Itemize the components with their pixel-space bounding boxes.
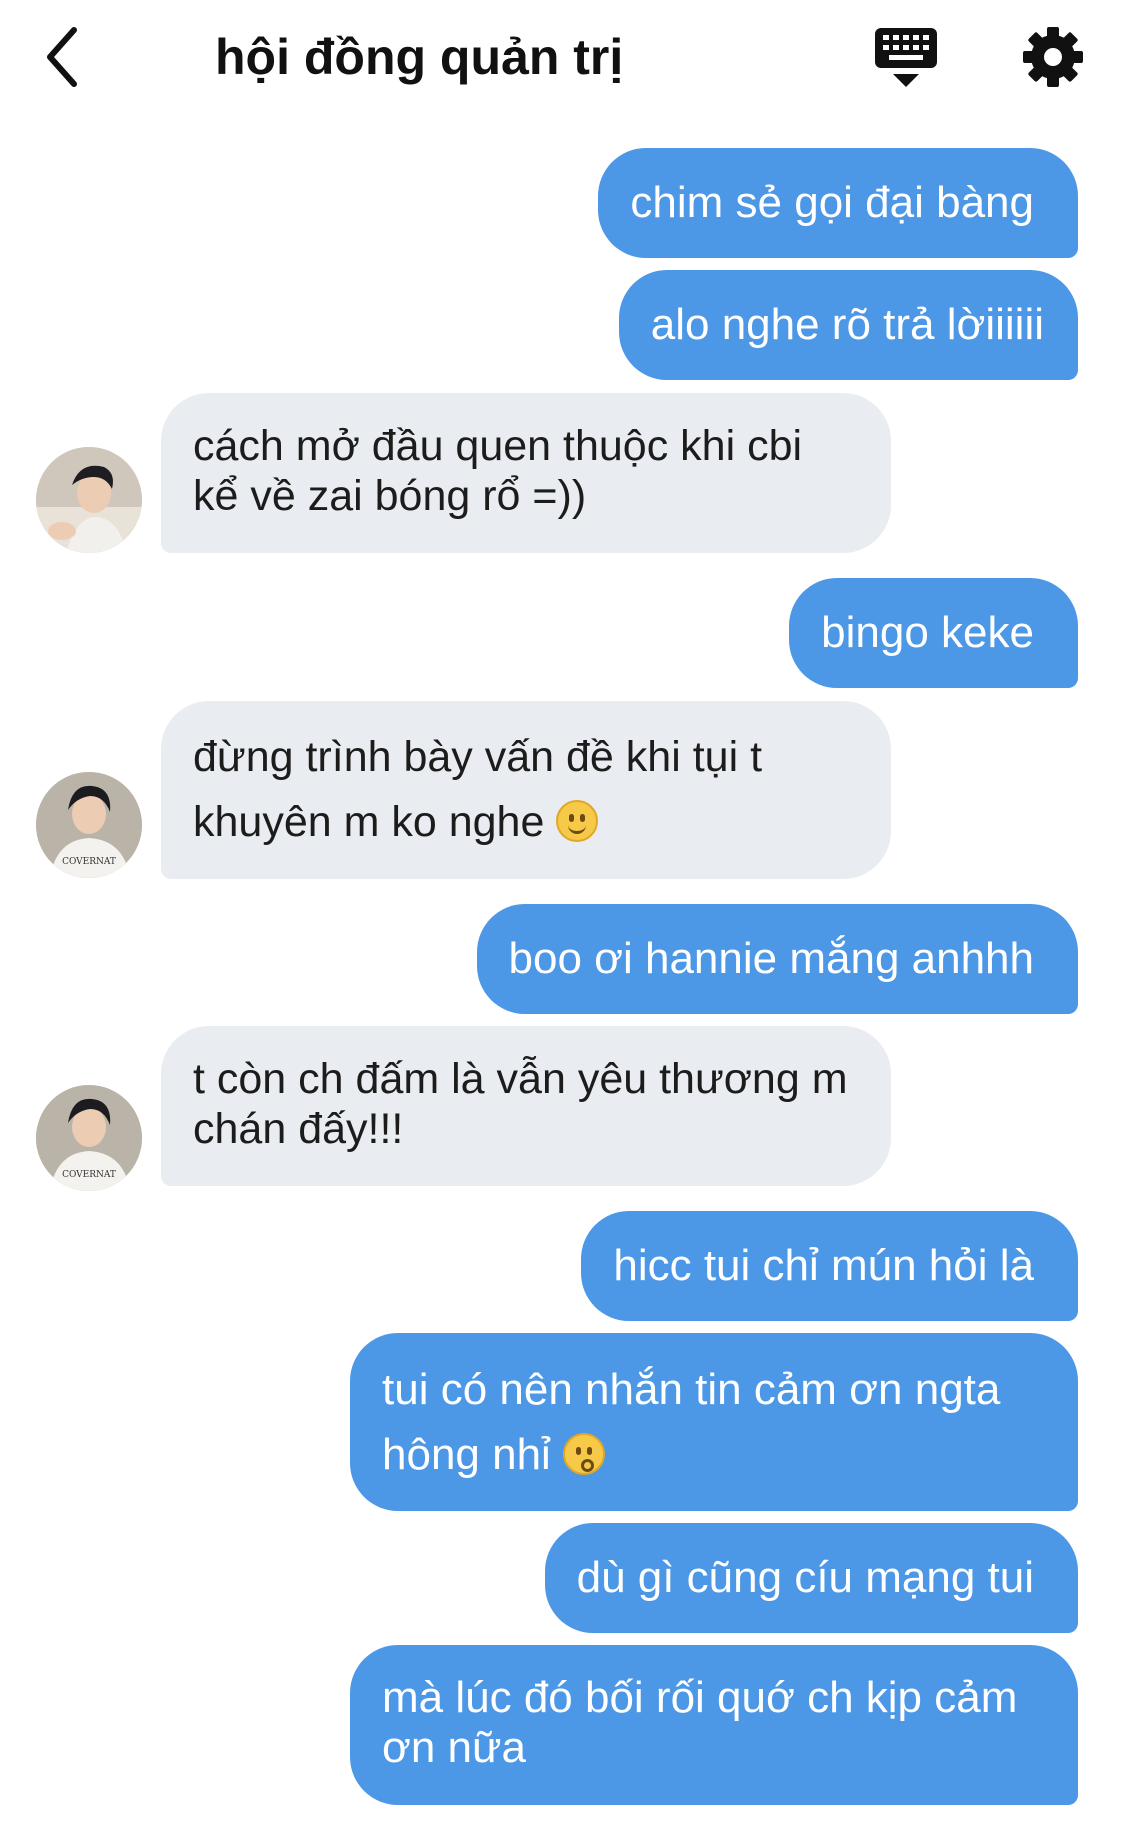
avatar[interactable]: COVERNAT: [36, 772, 142, 878]
message-text: dù gì cũng cíu mạng tui: [576, 1553, 1034, 1602]
message-text-line: mà lúc đó bối rối quớ ch kịp cảm: [382, 1673, 1018, 1722]
message-bubble-incoming[interactable]: cách mở đầu quen thuộc khi cbi kể về zai…: [161, 393, 891, 553]
avatar[interactable]: COVERNAT: [36, 1085, 142, 1191]
shirt-print: COVERNAT: [62, 1170, 116, 1180]
message-text-line: đừng trình bày vấn đề khi tụi t: [193, 733, 763, 781]
profile-photo: COVERNAT: [36, 1085, 142, 1191]
message-text-line: kể về zai bóng rổ =)): [193, 472, 587, 520]
back-button[interactable]: [38, 22, 98, 92]
message-bubble-outgoing[interactable]: chim sẻ gọi đại bàng: [598, 148, 1078, 258]
chat-title: hội đồng quản trị: [215, 29, 624, 85]
gear-icon: [1023, 27, 1083, 87]
kissing-face-icon: [562, 1433, 605, 1475]
message-text-line-with-emoji: hông nhỉ: [382, 1422, 1046, 1487]
keyboard-icon: [875, 28, 937, 87]
message-text: chim sẻ gọi đại bàng: [630, 178, 1034, 227]
profile-photo: COVERNAT: [36, 772, 142, 878]
message-bubble-outgoing[interactable]: mà lúc đó bối rối quớ ch kịp cảm ơn nữa: [350, 1645, 1078, 1805]
message-bubble-incoming[interactable]: đừng trình bày vấn đề khi tụi t khuyên m…: [161, 701, 891, 879]
message-text: boo ơi hannie mắng anhhh: [508, 934, 1035, 983]
message-text-line: hông nhỉ: [382, 1430, 551, 1479]
message-bubble-outgoing[interactable]: bingo keke: [789, 578, 1078, 688]
chevron-left-icon: [47, 27, 77, 87]
slightly-smiling-face-icon: [556, 800, 599, 842]
message-text-line: cách mở đầu quen thuộc khi cbi: [193, 422, 803, 470]
message-text-line: chán đấy!!!: [193, 1105, 404, 1153]
message-bubble-outgoing[interactable]: dù gì cũng cíu mạng tui: [544, 1523, 1078, 1633]
avatar[interactable]: [36, 447, 142, 553]
message-bubble-incoming[interactable]: t còn ch đấm là vẫn yêu thương m chán đấ…: [161, 1026, 891, 1186]
message-text: alo nghe rõ trả lờiiiiii: [650, 300, 1044, 349]
profile-photo: [36, 447, 142, 553]
message-text-line: t còn ch đấm là vẫn yêu thương m: [193, 1055, 848, 1103]
message-bubble-outgoing[interactable]: hicc tui chỉ mún hỏi là: [581, 1211, 1078, 1321]
message-bubble-outgoing[interactable]: tui có nên nhắn tin cảm ơn ngta hông nhỉ: [350, 1333, 1078, 1511]
message-text-line: ơn nữa: [382, 1723, 526, 1772]
message-bubble-outgoing[interactable]: alo nghe rõ trả lờiiiiii: [618, 270, 1078, 380]
settings-button[interactable]: [1020, 24, 1086, 90]
message-text: hicc tui chỉ mún hỏi là: [613, 1241, 1034, 1290]
message-text-line: tui có nên nhắn tin cảm ơn ngta: [382, 1365, 1001, 1414]
keyboard-button[interactable]: [873, 24, 939, 90]
message-text-line-with-emoji: khuyên m ko nghe: [193, 790, 859, 855]
chat-header: hội đồng quản trị: [0, 0, 1125, 115]
message-text-line: khuyên m ko nghe: [193, 798, 545, 846]
message-text: bingo keke: [821, 608, 1034, 657]
shirt-print: COVERNAT: [62, 857, 116, 867]
message-bubble-outgoing[interactable]: boo ơi hannie mắng anhhh: [476, 904, 1078, 1014]
